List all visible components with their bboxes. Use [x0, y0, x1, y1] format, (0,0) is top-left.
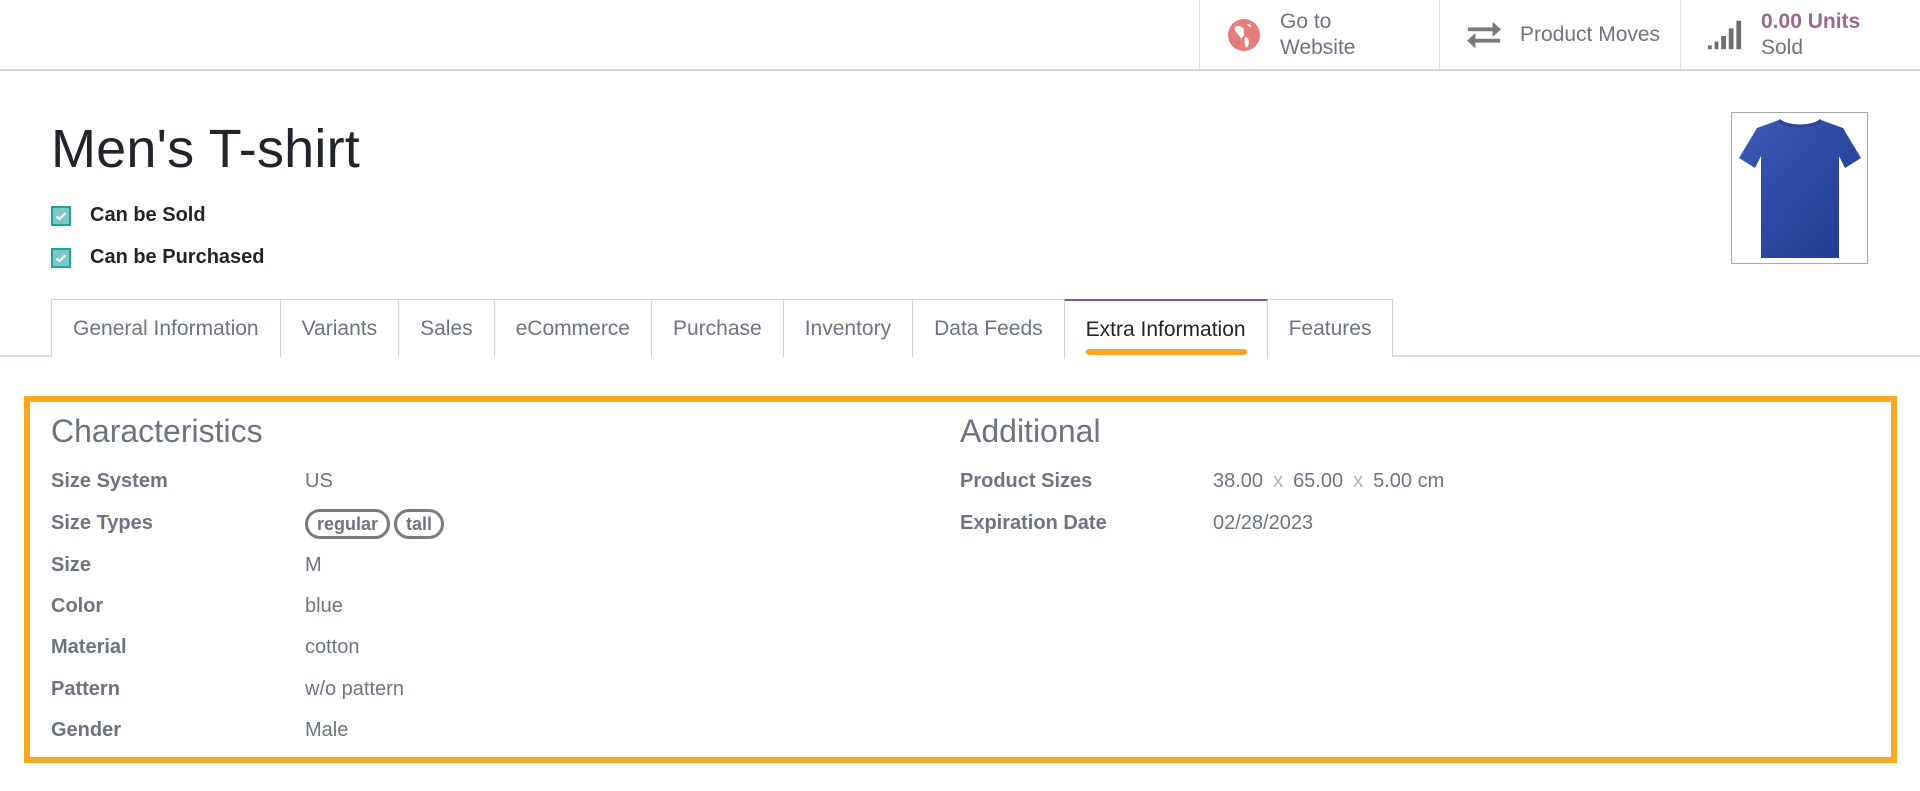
- size-label: Size: [51, 554, 92, 576]
- tab-variants[interactable]: Variants: [279, 299, 400, 357]
- size-type-tag[interactable]: regular: [305, 509, 391, 539]
- dimension-separator: x: [1273, 470, 1284, 492]
- color-label: Color: [51, 595, 104, 617]
- pattern-value[interactable]: w/o pattern: [305, 678, 404, 701]
- product-length-input[interactable]: 38.00: [1213, 470, 1263, 492]
- expiration-date-label: Expiration Date: [960, 512, 1107, 534]
- go-to-label: Go to: [1280, 9, 1332, 33]
- gender-label: Gender: [51, 719, 122, 741]
- additional-title: Additional: [960, 413, 1101, 449]
- tshirt-image: [1738, 118, 1861, 258]
- gender-value[interactable]: Male: [305, 719, 348, 742]
- tab-inventory[interactable]: Inventory: [782, 299, 914, 357]
- product-sizes-label: Product Sizes: [960, 470, 1093, 492]
- active-tab-highlight: [1085, 349, 1247, 355]
- product-name[interactable]: Men's T-shirt: [51, 118, 360, 180]
- product-moves-button[interactable]: Product Moves: [1439, 0, 1680, 69]
- color-value[interactable]: blue: [305, 595, 343, 618]
- product-image[interactable]: [1731, 112, 1868, 264]
- website-label: Website: [1280, 35, 1356, 59]
- can-be-sold-row: Can be Sold: [51, 204, 206, 227]
- size-type-tag[interactable]: tall: [394, 509, 445, 539]
- can-be-sold-label[interactable]: Can be Sold: [90, 204, 206, 227]
- product-sizes-value: 38.00 x 65.00 x 5.00 cm: [1213, 470, 1444, 493]
- product-height-input[interactable]: 5.00: [1373, 470, 1412, 492]
- size-value[interactable]: M: [305, 554, 322, 577]
- material-value[interactable]: cotton: [305, 636, 359, 659]
- can-be-purchased-label[interactable]: Can be Purchased: [90, 246, 265, 269]
- notebook-tabs: General Information Variants Sales eComm…: [51, 299, 1394, 359]
- tab-general-information[interactable]: General Information: [51, 299, 281, 357]
- can-be-purchased-checkbox[interactable]: [51, 247, 71, 268]
- highlight-frame: [24, 396, 1897, 763]
- size-system-label: Size System: [51, 470, 168, 492]
- product-moves-label: Product Moves: [1520, 22, 1661, 46]
- signal-bars-icon: [1707, 17, 1743, 53]
- tab-features[interactable]: Features: [1266, 299, 1394, 357]
- tab-purchase[interactable]: Purchase: [651, 299, 784, 357]
- dimension-separator: x: [1353, 470, 1364, 492]
- characteristics-title: Characteristics: [51, 413, 263, 449]
- tab-sales[interactable]: Sales: [398, 299, 495, 357]
- tab-ecommerce[interactable]: eCommerce: [493, 299, 652, 357]
- tab-data-feeds[interactable]: Data Feeds: [912, 299, 1065, 357]
- smart-button-box: Go to Website Product Moves 0.00 Units S…: [0, 0, 1920, 71]
- size-types-value[interactable]: regular tall: [305, 509, 448, 539]
- go-to-website-button[interactable]: Go to Website: [1199, 0, 1439, 69]
- size-system-value[interactable]: US: [305, 470, 333, 493]
- sold-label: Sold: [1761, 35, 1804, 59]
- globe-icon: [1226, 17, 1262, 53]
- material-label: Material: [51, 636, 127, 658]
- tab-extra-information[interactable]: Extra Information: [1063, 299, 1268, 359]
- product-width-input[interactable]: 65.00: [1293, 470, 1343, 492]
- can-be-purchased-row: Can be Purchased: [51, 246, 265, 269]
- expiration-date-value[interactable]: 02/28/2023: [1213, 512, 1313, 535]
- arrows-exchange-icon: [1466, 17, 1502, 53]
- pattern-label: Pattern: [51, 678, 120, 700]
- dimension-unit: cm: [1417, 470, 1445, 492]
- units-sold-button[interactable]: 0.00 Units Sold: [1680, 0, 1920, 69]
- units-sold-value: 0.00 Units: [1761, 9, 1861, 33]
- can-be-sold-checkbox[interactable]: [51, 205, 71, 226]
- size-types-label: Size Types: [51, 512, 153, 534]
